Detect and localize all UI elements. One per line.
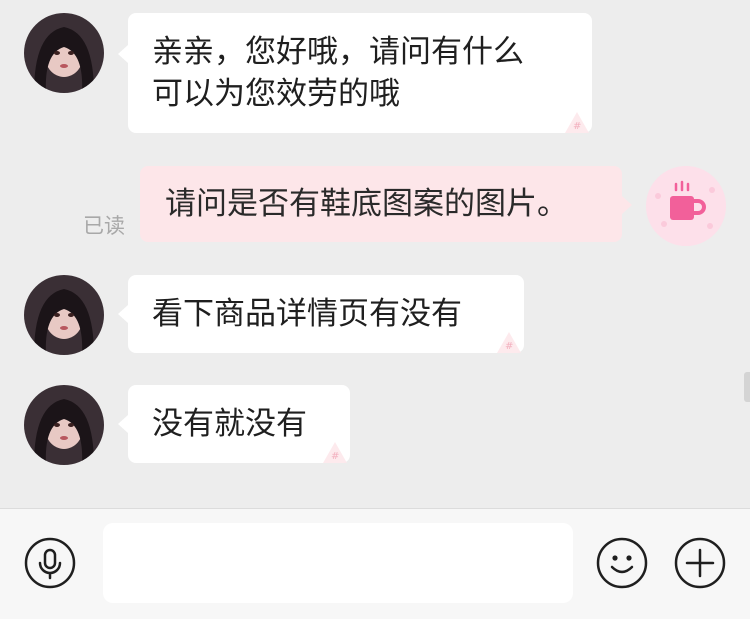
message-bubble[interactable]: 看下商品详情页有没有 # [128, 275, 524, 353]
coffee-cup-icon [646, 166, 726, 246]
svg-text:#: # [331, 451, 339, 462]
bubble-tail [118, 415, 128, 433]
bubble-tail [622, 196, 632, 214]
bubble-tail [118, 45, 128, 63]
message-input[interactable] [103, 523, 573, 603]
input-bar [0, 508, 750, 619]
seller-avatar[interactable] [24, 385, 104, 465]
scrollbar[interactable] [744, 372, 750, 402]
message-text: 看下商品详情页有没有 [152, 296, 462, 332]
bubble-decoration-icon: # [565, 112, 589, 133]
read-status: 已读 [83, 214, 125, 238]
seller-avatar[interactable] [24, 275, 104, 355]
microphone-icon[interactable] [24, 537, 76, 589]
message-text-line: 亲亲，您好哦，请问有什么 [152, 34, 524, 70]
user-avatar[interactable] [646, 166, 726, 246]
message-text: 没有就没有 [152, 406, 307, 442]
svg-text:#: # [505, 341, 513, 352]
message-text: 请问是否有鞋底图案的图片。 [165, 186, 568, 222]
chat-area: 亲亲，您好哦，请问有什么 可以为您效劳的哦 # 已读 请问是否有鞋底图案的图片。 [0, 0, 750, 508]
message-bubble[interactable]: 没有就没有 # [128, 385, 350, 463]
message-bubble-outgoing[interactable]: 请问是否有鞋底图案的图片。 [140, 166, 622, 242]
svg-text:#: # [573, 121, 581, 132]
message-bubble[interactable]: 亲亲，您好哦，请问有什么 可以为您效劳的哦 # [128, 13, 592, 133]
plus-circle-icon[interactable] [674, 537, 726, 589]
smiley-icon[interactable] [596, 537, 648, 589]
bubble-tail [118, 305, 128, 323]
message-text-line: 可以为您效劳的哦 [152, 76, 400, 112]
bubble-decoration-icon: # [323, 442, 347, 463]
bubble-decoration-icon: # [497, 332, 521, 353]
seller-avatar[interactable] [24, 13, 104, 93]
